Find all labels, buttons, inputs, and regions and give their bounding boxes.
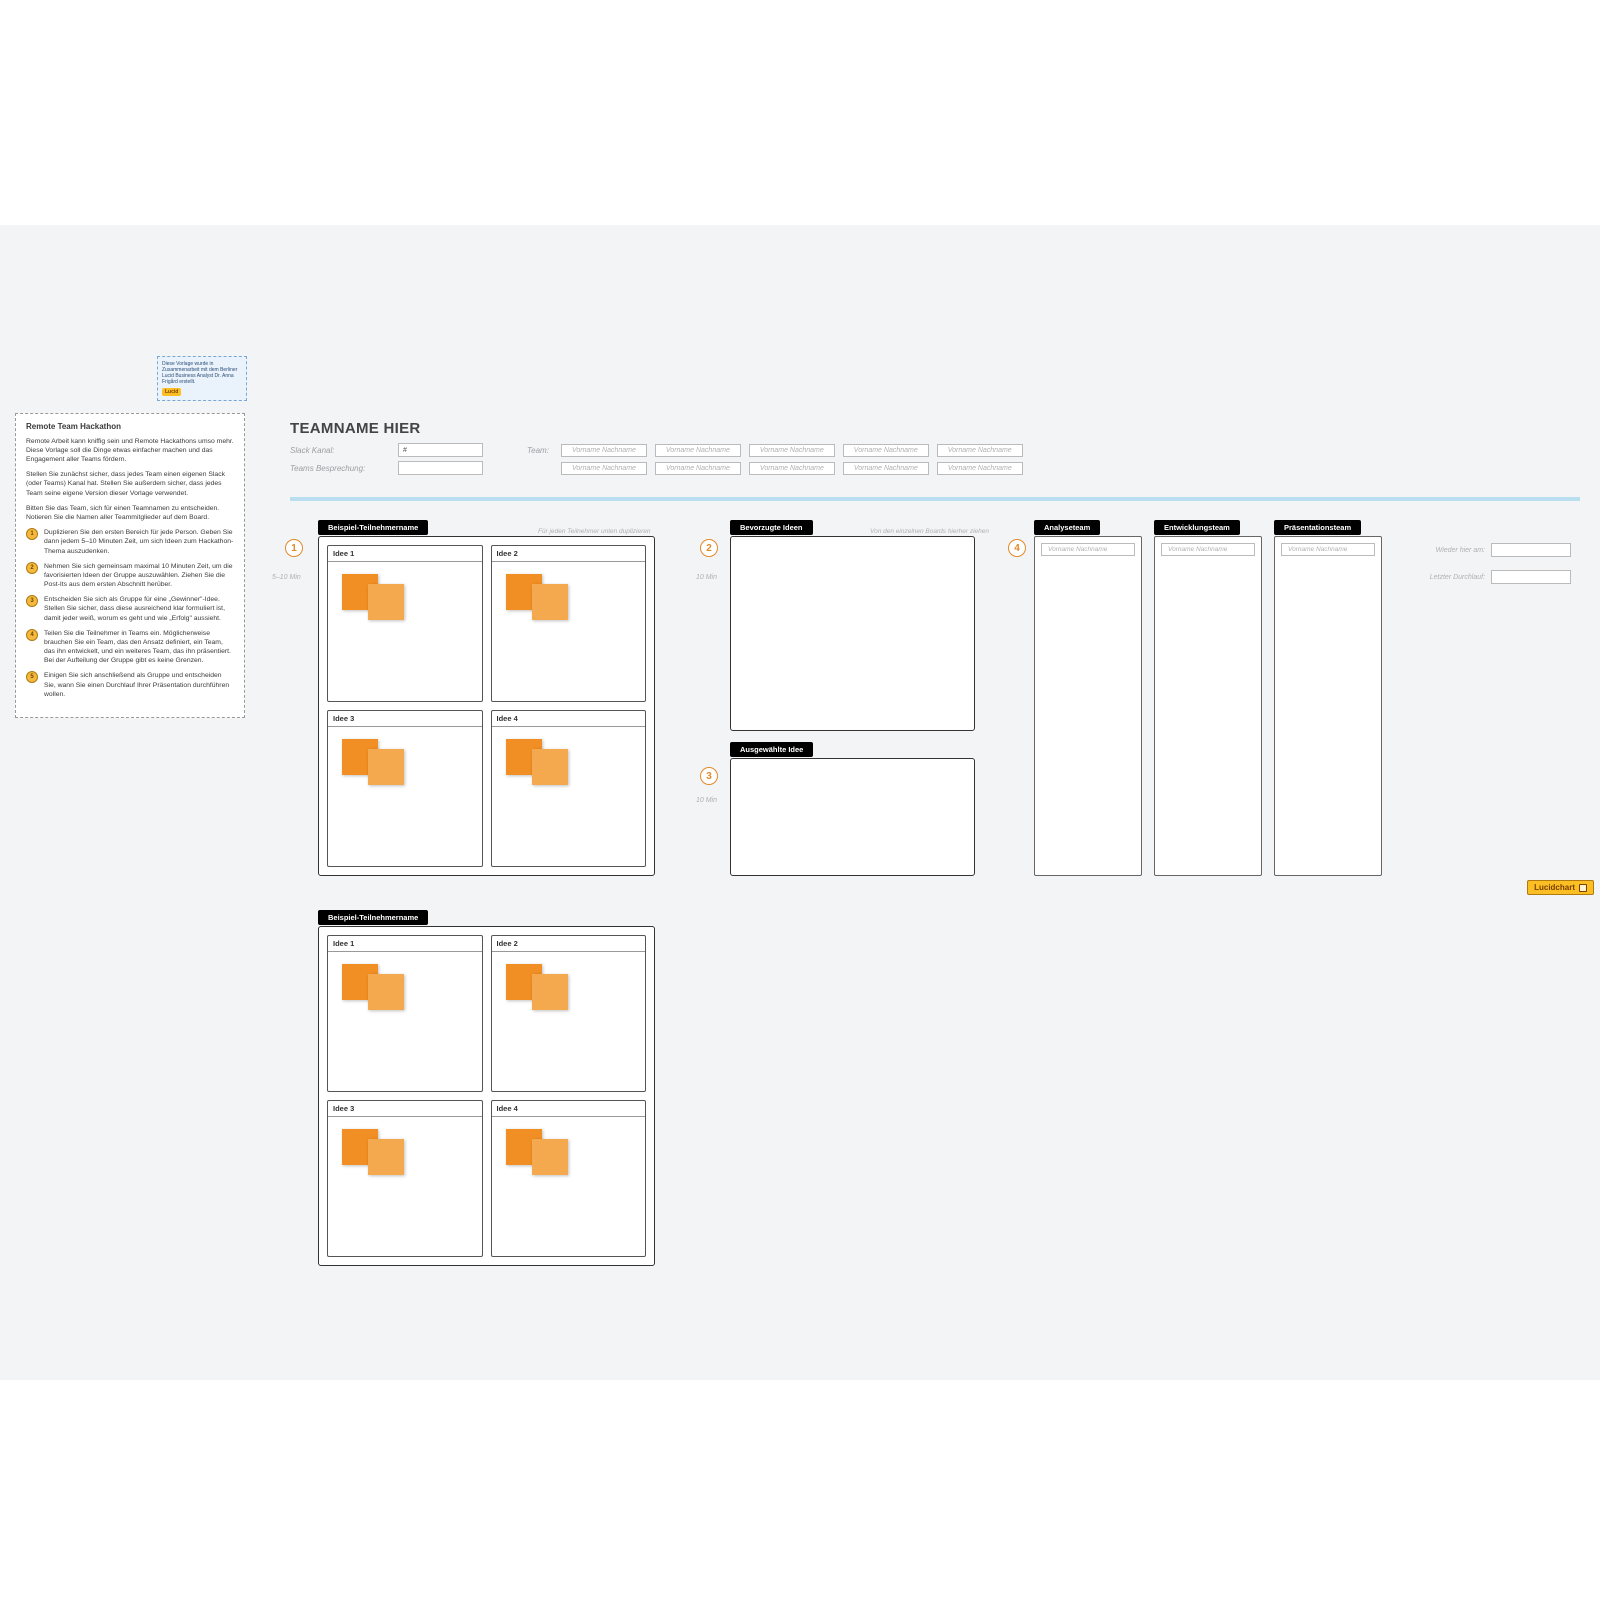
step-2-badge: 2 [700,539,718,557]
idea-card[interactable]: Idee 4 [491,1100,647,1257]
pres-team-panel[interactable]: Vorname Nachname [1274,536,1382,876]
team-member-chip[interactable]: Vorname Nachname [655,462,741,475]
instructions-p1: Remote Arbeit kann kniffig sein und Remo… [26,437,234,465]
idea-title: Idee 1 [328,546,482,562]
step-text-5: Einigen Sie sich anschließend als Gruppe… [44,671,234,699]
participant-2-panel[interactable]: Idee 1 Idee 2 Idee 3 Idee 4 [318,926,655,1266]
idea-card[interactable]: Idee 2 [491,545,647,702]
idea-card[interactable]: Idee 1 [327,545,483,702]
step-1-note: Für jeden Teilnehmer unten duplizieren [538,528,651,535]
team-member-chip[interactable]: Vorname Nachname [843,462,929,475]
fav-ideas-tab[interactable]: Bevorzugte Ideen [730,520,813,535]
last-run-label: Letzter Durchlauf: [1400,574,1485,581]
idea-card[interactable]: Idee 3 [327,1100,483,1257]
sticky-note[interactable] [368,1139,404,1175]
meet-again-input[interactable] [1491,543,1571,557]
team-member-chip[interactable]: Vorname Nachname [1161,543,1255,556]
instructions-p3: Bitten Sie das Team, sich für einen Team… [26,504,234,522]
team-member-chip[interactable]: Vorname Nachname [1041,543,1135,556]
team-member-chip[interactable]: Vorname Nachname [749,462,835,475]
step-badge-1: 1 [26,528,38,540]
idea-title: Idee 3 [328,711,482,727]
attribution-text: Diese Vorlage wurde in Zusammenarbeit mi… [162,361,237,385]
sticky-note[interactable] [368,749,404,785]
step-badge-5: 5 [26,671,38,683]
step-3-badge: 3 [700,767,718,785]
team-member-chip[interactable]: Vorname Nachname [937,462,1023,475]
idea-title: Idee 4 [492,711,646,727]
step-4-badge: 4 [1008,539,1026,557]
instructions-panel: Remote Team Hackathon Remote Arbeit kann… [15,413,245,718]
idea-title: Idee 2 [492,546,646,562]
slack-channel-input[interactable]: # [398,443,483,457]
idea-card[interactable]: Idee 3 [327,710,483,867]
selected-idea-panel[interactable] [730,758,975,876]
sticky-note[interactable] [532,1139,568,1175]
sticky-note[interactable] [532,584,568,620]
idea-card[interactable]: Idee 2 [491,935,647,1092]
pres-team-tab[interactable]: Präsentationsteam [1274,520,1361,535]
attribution-note: Diese Vorlage wurde in Zusammenarbeit mi… [157,356,247,401]
sticky-note[interactable] [532,974,568,1010]
team-member-chip[interactable]: Vorname Nachname [937,444,1023,457]
team-member-chip[interactable]: Vorname Nachname [749,444,835,457]
dev-team-tab[interactable]: Entwicklungsteam [1154,520,1240,535]
step-1-badge: 1 [285,539,303,557]
participant-1-tab[interactable]: Beispiel-Teilnehmername [318,520,428,535]
step-badge-2: 2 [26,562,38,574]
board-header: TEAMNAME HIER Slack Kanal: # Team: Vorna… [290,420,1580,479]
team-member-chip[interactable]: Vorname Nachname [655,444,741,457]
idea-title: Idee 4 [492,1101,646,1117]
fav-ideas-panel[interactable] [730,536,975,731]
dev-team-panel[interactable]: Vorname Nachname [1154,536,1262,876]
sticky-note[interactable] [532,749,568,785]
step-text-1: Duplizieren Sie den ersten Bereich für j… [44,528,234,556]
team-name-title[interactable]: TEAMNAME HIER [290,420,1580,437]
idea-card[interactable]: Idee 4 [491,710,647,867]
teams-meeting-input[interactable] [398,461,483,475]
analysis-team-tab[interactable]: Analyseteam [1034,520,1100,535]
attribution-badge: Lucid [162,388,181,396]
step-text-3: Entscheiden Sie sich als Gruppe für eine… [44,595,234,623]
section-divider [290,497,1580,501]
last-run-row: Letzter Durchlauf: [1400,570,1571,584]
meet-again-row: Wieder hier am: [1400,543,1571,557]
idea-card[interactable]: Idee 1 [327,935,483,1092]
step-badge-4: 4 [26,629,38,641]
step-badge-3: 3 [26,595,38,607]
instructions-title: Remote Team Hackathon [26,422,234,433]
idea-title: Idee 2 [492,936,646,952]
sticky-note[interactable] [368,974,404,1010]
analysis-team-panel[interactable]: Vorname Nachname [1034,536,1142,876]
instructions-p2: Stellen Sie zunächst sicher, dass jedes … [26,470,234,498]
teams-meeting-label: Teams Besprechung: [290,464,390,473]
team-member-chip[interactable]: Vorname Nachname [561,462,647,475]
lucidchart-badge[interactable]: Lucidchart [1527,880,1594,895]
participant-1-panel[interactable]: Idee 1 Idee 2 Idee 3 Idee 4 [318,536,655,876]
step-1-time: 5–10 Min [272,574,301,581]
step-2-note: Von den einzelnen Boards hierher ziehen [870,528,989,535]
participant-2-tab[interactable]: Beispiel-Teilnehmername [318,910,428,925]
sticky-note[interactable] [368,584,404,620]
team-member-chip[interactable]: Vorname Nachname [843,444,929,457]
step-2-time: 10 Min [696,574,717,581]
team-member-chip[interactable]: Vorname Nachname [1281,543,1375,556]
idea-title: Idee 3 [328,1101,482,1117]
step-text-4: Teilen Sie die Teilnehmer in Teams ein. … [44,629,234,666]
step-3-time: 10 Min [696,797,717,804]
team-members-label: Team: [527,446,549,455]
idea-title: Idee 1 [328,936,482,952]
meet-again-label: Wieder hier am: [1400,547,1485,554]
slack-channel-label: Slack Kanal: [290,446,390,455]
selected-idea-tab[interactable]: Ausgewählte Idee [730,742,813,757]
step-text-2: Nehmen Sie sich gemeinsam maximal 10 Min… [44,562,234,590]
team-member-chip[interactable]: Vorname Nachname [561,444,647,457]
last-run-input[interactable] [1491,570,1571,584]
